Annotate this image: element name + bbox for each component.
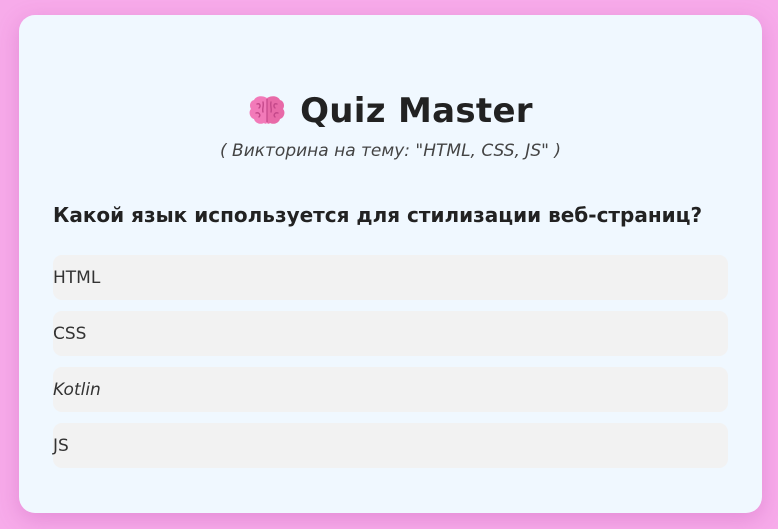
app-title: Quiz Master (300, 91, 533, 131)
answer-option-html[interactable]: HTML (53, 255, 728, 300)
quiz-card: Quiz Master ( Викторина на тему: "HTML, … (19, 15, 762, 513)
answer-option-css[interactable]: CSS (53, 311, 728, 356)
brain-icon (248, 94, 286, 128)
answer-options: HTML CSS Kotlin JS (53, 255, 728, 479)
quiz-topic-subtitle: ( Викторина на тему: "HTML, CSS, JS" ) (220, 141, 561, 161)
answer-option-kotlin[interactable]: Kotlin (53, 367, 728, 412)
question-text: Какой язык используется для стилизации в… (53, 203, 703, 227)
header: Quiz Master (19, 91, 762, 131)
answer-option-js[interactable]: JS (53, 423, 728, 468)
